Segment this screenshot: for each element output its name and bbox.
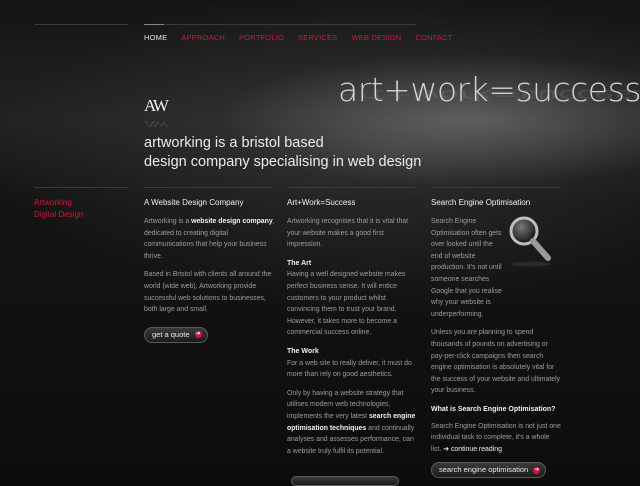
nav-portfolio[interactable]: PORTFOLIO xyxy=(239,33,284,42)
col3-paragraph-3: Search Engine Optimisation is not just o… xyxy=(431,421,561,456)
column-website-design: A Website Design Company Artworking is a… xyxy=(144,197,276,343)
logo[interactable]: AW xyxy=(144,96,169,116)
top-rule-nav xyxy=(164,24,416,25)
sidebar-item-digital-design[interactable]: Digital Design xyxy=(34,209,83,221)
get-a-quote-label: get a quote xyxy=(152,329,190,339)
nav-contact[interactable]: CONTACT xyxy=(415,33,452,42)
col2-rule xyxy=(287,187,416,188)
tagline-line-2: design company specialising in web desig… xyxy=(144,154,422,170)
tagline-line-1: artworking is a bristol based xyxy=(144,135,324,151)
continue-reading-link[interactable]: ➜ continue reading xyxy=(443,446,502,453)
col2-paragraph-work: For a web site to really deliver, it mus… xyxy=(287,359,412,379)
website-design-company-link[interactable]: website design company xyxy=(191,218,273,225)
sidebar: Artworking Digital Design xyxy=(34,197,83,221)
partial-button[interactable] xyxy=(291,476,399,486)
logo-reflection: AW xyxy=(144,119,167,130)
hero-slogan-reflection: art+work=success xyxy=(338,86,640,104)
nav-home[interactable]: HOME xyxy=(144,33,167,42)
col2-subheading-art: The Art xyxy=(287,259,312,267)
nav-web-design[interactable]: WEB DESIGN xyxy=(351,33,401,42)
arrow-right-icon: ➜ xyxy=(533,466,541,474)
col1-rule xyxy=(144,187,271,188)
nav-services[interactable]: SERVICES xyxy=(298,33,337,42)
col1-p1-text: Artworking is a xyxy=(144,218,192,225)
get-a-quote-button[interactable]: get a quote ➜ xyxy=(144,326,208,343)
col2-intro: Artworking recognises that it is vital t… xyxy=(287,218,409,249)
arrow-right-icon: ➜ xyxy=(443,445,450,453)
col3-question: What is Search Engine Optimisation? xyxy=(431,405,556,413)
top-rule-active xyxy=(144,24,164,25)
col2-heading: Art+Work=Success xyxy=(287,198,356,207)
seo-button-label: search engine optimisation xyxy=(439,465,529,475)
col3-heading: Search Engine Optimisation xyxy=(431,198,531,207)
col1-heading: A Website Design Company xyxy=(144,198,244,207)
col3-rule xyxy=(431,187,560,188)
col2-paragraph-art: Having a well designed website makes per… xyxy=(287,271,406,337)
col1-paragraph-2: Based in Bristol with clients all around… xyxy=(144,271,272,314)
arrow-right-icon: ➜ xyxy=(194,331,202,339)
column-seo: Search Engine Optimisation Search Engine… xyxy=(431,197,561,479)
hero-tagline: artworking is a bristol based design com… xyxy=(144,134,421,172)
col1-paragraph-1: Artworking is a website design company, … xyxy=(144,216,276,262)
continue-reading-label: continue reading xyxy=(450,445,502,453)
sidebar-rule xyxy=(34,187,128,188)
top-rule-left xyxy=(34,24,128,25)
col3-paragraph-1-wrap: Search Engine Optimisation often gets ov… xyxy=(431,216,561,320)
main-nav: HOME APPROACH PORTFOLIO SERVICES WEB DES… xyxy=(144,33,466,42)
sidebar-item-artworking[interactable]: Artworking xyxy=(34,197,83,209)
col3-paragraph-1: Search Engine Optimisation often gets ov… xyxy=(431,218,502,318)
col3-paragraph-2: Unless you are planning to spend thousan… xyxy=(431,329,561,395)
col2-subheading-work: The Work xyxy=(287,347,319,355)
column-art-work-success: Art+Work=Success Artworking recognises t… xyxy=(287,197,417,464)
col2-paragraph-strategy: Only by having a website strategy that u… xyxy=(287,388,417,458)
nav-approach[interactable]: APPROACH xyxy=(181,33,225,42)
search-engine-optimisation-button[interactable]: search engine optimisation ➜ xyxy=(431,462,547,479)
